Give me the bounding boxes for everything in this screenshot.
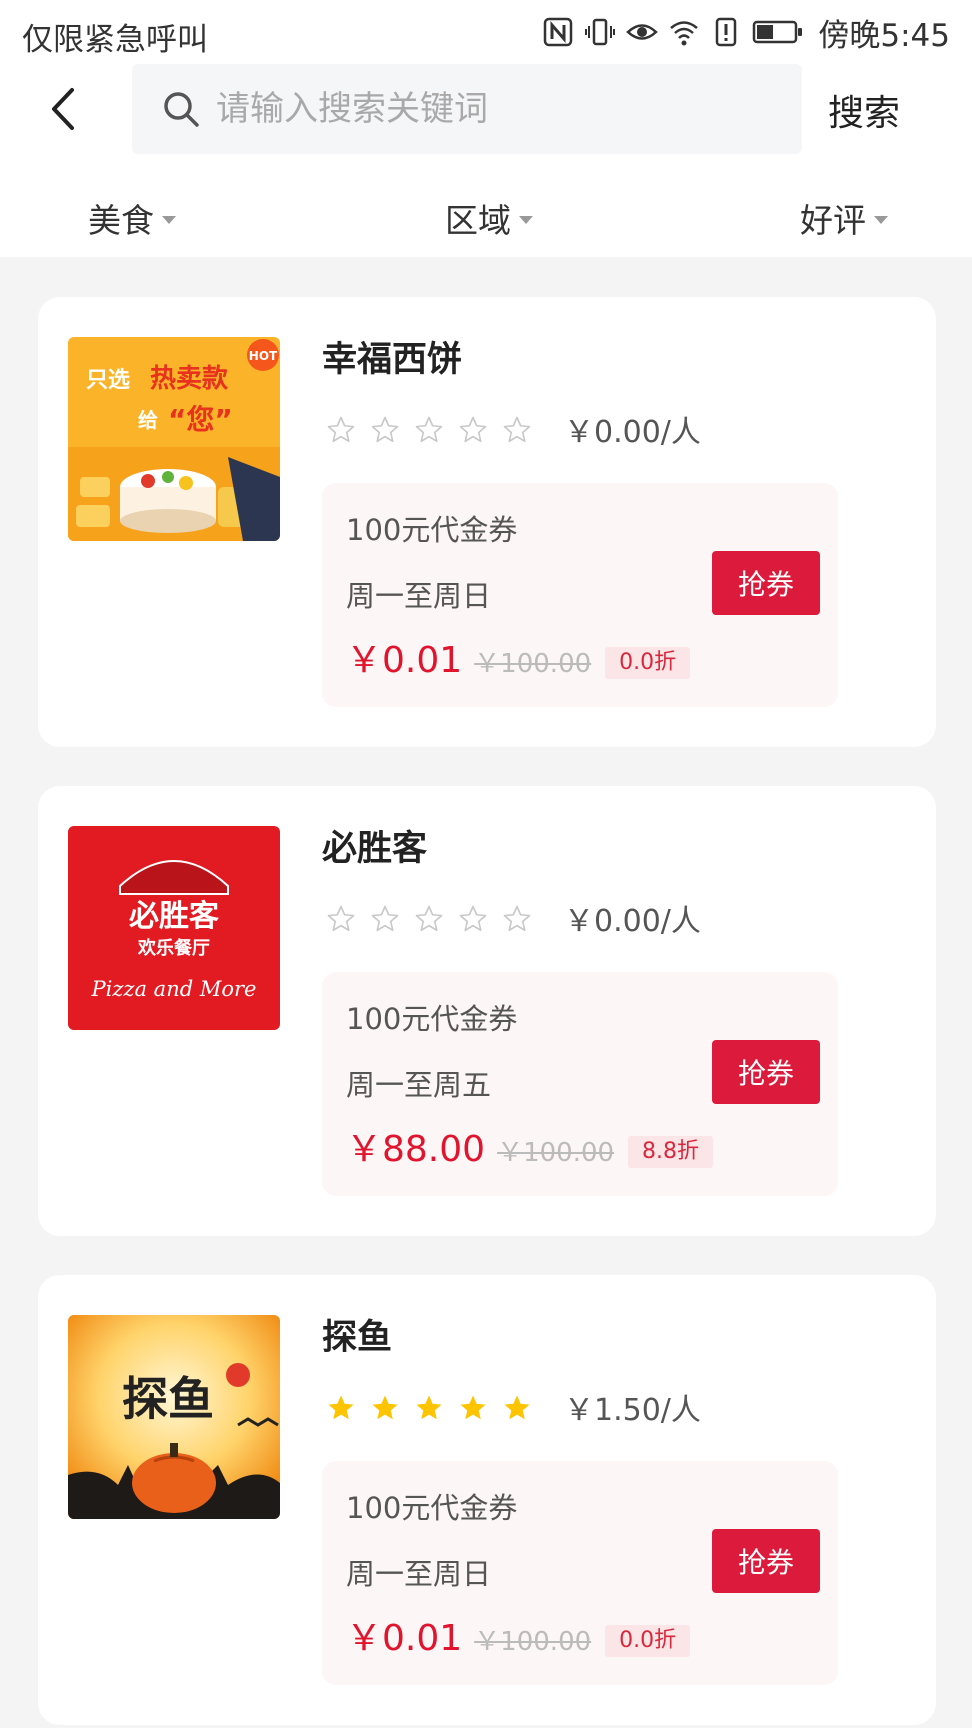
star-filled-icon — [372, 1395, 398, 1420]
discount-badge: 0.0折 — [605, 1625, 691, 1657]
shop-name: 探鱼 — [322, 1318, 393, 1358]
coupon-price: ￥0.01 — [346, 1618, 463, 1659]
alert-icon — [716, 17, 737, 47]
star-filled-icon — [416, 1395, 442, 1420]
star-filled-icon — [504, 1395, 530, 1420]
price-row: ￥0.01 ￥100.00 0.0折 — [346, 1611, 691, 1661]
filter-category[interactable]: 美食 — [88, 194, 176, 242]
star-empty-icon — [459, 905, 487, 932]
rating-stars — [326, 904, 532, 934]
coupon-panel: 100元代金券 周一至周五 ￥88.00 ￥100.00 8.8折 抢券 — [322, 972, 838, 1196]
status-carrier-text: 仅限紧急呼叫 — [22, 22, 208, 58]
per-person-price: ￥0.00/人 — [564, 415, 701, 450]
grab-coupon-button[interactable]: 抢券 — [712, 1529, 820, 1593]
per-person-price: ￥0.00/人 — [564, 904, 701, 939]
shop-image-cake: HOT 只选 热卖款 给 “您” — [68, 337, 280, 541]
shop-image-pizzahut: 必胜客 欢乐餐厅 Pizza and More — [68, 826, 280, 1030]
coupon-panel: 100元代金券 周一至周日 ￥0.01 ￥100.00 0.0折 抢券 — [322, 483, 838, 707]
shop-name: 必胜客 — [322, 829, 428, 869]
caret-down-icon — [519, 216, 533, 224]
search-icon — [164, 92, 199, 127]
back-button[interactable] — [44, 84, 88, 134]
wifi-icon — [670, 21, 699, 46]
image-text: 只选 — [86, 368, 130, 393]
battery-icon — [753, 20, 803, 44]
shop-card[interactable]: 探鱼 探鱼 ￥1.50/人 100元代金券 周一至周日 ￥0.01 ￥100.0… — [38, 1275, 936, 1725]
shop-image-tanyu: 探鱼 — [68, 1315, 280, 1519]
price-row: ￥88.00 ￥100.00 8.8折 — [346, 1122, 714, 1172]
star-empty-icon — [371, 416, 399, 443]
price-row: ￥0.01 ￥100.00 0.0折 — [346, 633, 691, 683]
filter-area-label: 区域 — [445, 201, 511, 240]
coupon-price: ￥0.01 — [346, 640, 463, 681]
coupon-title: 100元代金券 — [346, 1491, 518, 1525]
star-empty-icon — [459, 416, 487, 443]
filter-category-label: 美食 — [88, 201, 154, 240]
star-empty-icon — [503, 416, 531, 443]
grab-coupon-button[interactable]: 抢券 — [712, 551, 820, 615]
original-price: ￥100.00 — [497, 1138, 615, 1168]
shop-name: 幸福西饼 — [322, 340, 463, 380]
image-text: “您” — [168, 403, 233, 436]
star-empty-icon — [327, 416, 355, 443]
caret-down-icon — [162, 216, 176, 224]
search-box[interactable] — [132, 64, 802, 154]
image-text: Pizza and More — [91, 977, 257, 1001]
eye-icon — [626, 24, 659, 40]
filter-rating-label: 好评 — [800, 201, 866, 240]
filter-area[interactable]: 区域 — [445, 194, 533, 242]
vibrate-icon — [585, 18, 616, 46]
image-text: 热卖款 — [150, 364, 229, 394]
per-person-price: ￥1.50/人 — [564, 1393, 701, 1428]
filter-rating[interactable]: 好评 — [800, 194, 888, 242]
image-text: 必胜客 — [129, 899, 219, 934]
star-empty-icon — [503, 905, 531, 932]
coupon-days: 周一至周五 — [346, 1068, 492, 1102]
rating-stars — [326, 415, 532, 445]
coupon-panel: 100元代金券 周一至周日 ￥0.01 ￥100.00 0.0折 抢券 — [322, 1461, 838, 1685]
original-price: ￥100.00 — [474, 1627, 592, 1657]
grab-coupon-button[interactable]: 抢券 — [712, 1040, 820, 1104]
discount-badge: 0.0折 — [605, 647, 691, 679]
image-text: 探鱼 — [122, 1372, 214, 1426]
shop-card[interactable]: 必胜客 欢乐餐厅 Pizza and More 必胜客 ￥0.00/人 100元… — [38, 786, 936, 1236]
coupon-title: 100元代金券 — [346, 1002, 518, 1036]
nfc-icon — [544, 17, 573, 47]
image-text: 欢乐餐厅 — [137, 937, 210, 959]
star-empty-icon — [415, 905, 443, 932]
image-text: 给 — [138, 408, 158, 432]
caret-down-icon — [874, 216, 888, 224]
coupon-days: 周一至周日 — [346, 1557, 492, 1591]
search-input[interactable] — [216, 64, 776, 154]
shop-card[interactable]: HOT 只选 热卖款 给 “您” 幸福西饼 ￥0.00/人 100元代金券 周一… — [38, 297, 936, 747]
search-button[interactable]: 搜索 — [828, 84, 900, 136]
status-bar: 仅限紧急呼叫 傍晚5:45 — [0, 0, 972, 64]
coupon-price: ￥88.00 — [346, 1129, 486, 1170]
star-empty-icon — [415, 416, 443, 443]
rating-stars — [326, 1393, 532, 1423]
top-header-area: 仅限紧急呼叫 傍晚5:45 请输入搜索关键词 搜索 美食 区域 好评 — [0, 0, 972, 257]
status-icons: 傍晚5:45 — [542, 12, 950, 54]
star-filled-icon — [460, 1395, 486, 1420]
original-price: ￥100.00 — [474, 649, 592, 679]
star-empty-icon — [327, 905, 355, 932]
coupon-title: 100元代金券 — [346, 513, 518, 547]
star-empty-icon — [371, 905, 399, 932]
hot-badge: HOT — [249, 349, 278, 363]
coupon-days: 周一至周日 — [346, 579, 492, 613]
status-time: 傍晚5:45 — [818, 17, 950, 54]
discount-badge: 8.8折 — [628, 1136, 714, 1168]
star-filled-icon — [328, 1395, 354, 1420]
